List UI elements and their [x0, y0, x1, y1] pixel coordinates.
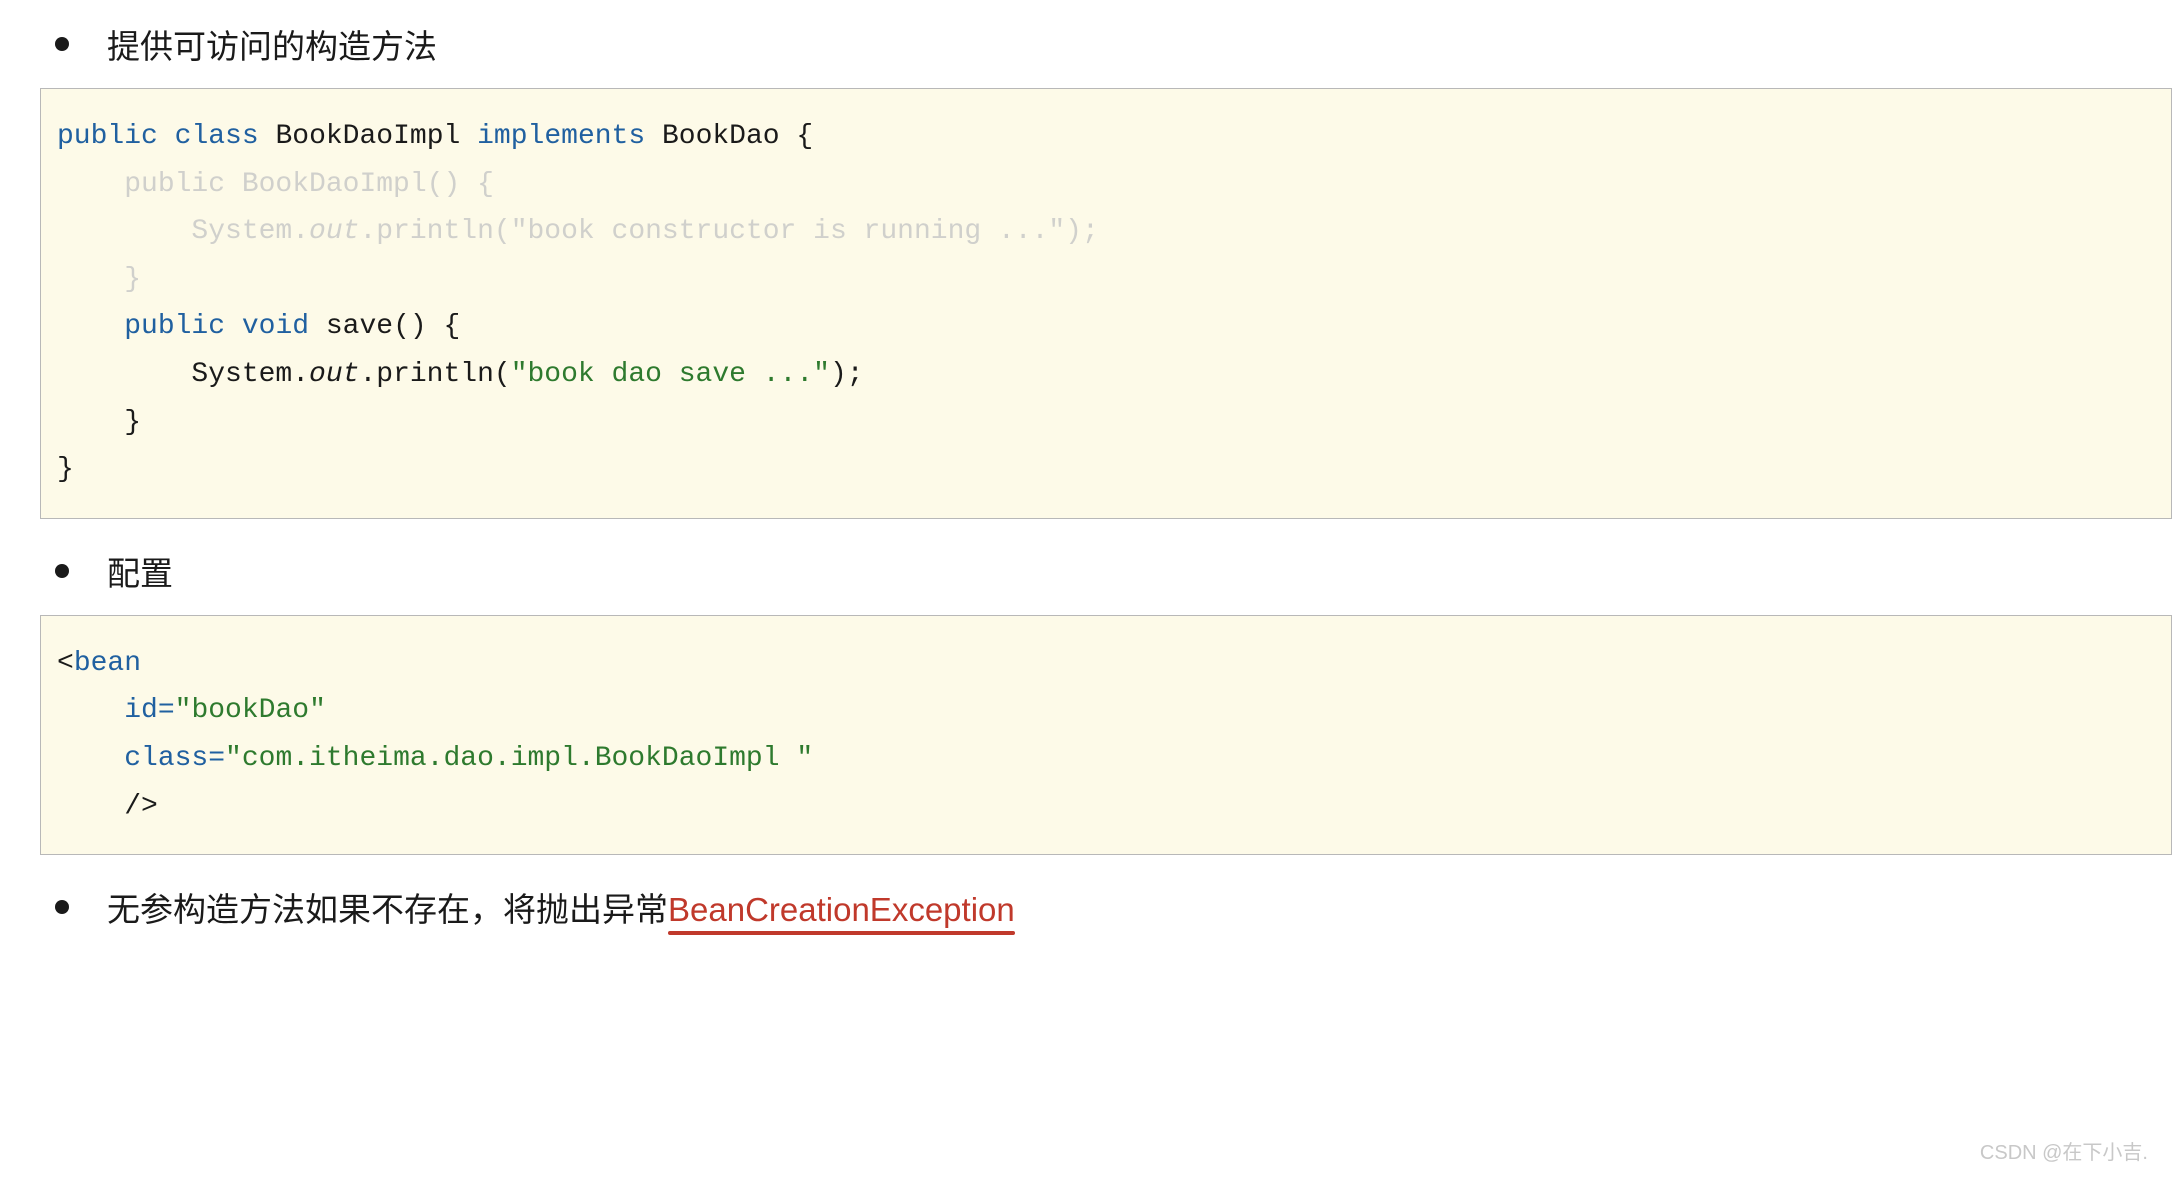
ctor-tail: .println("book constructor is running ..…: [359, 216, 1098, 247]
ctor-out: out: [309, 216, 359, 247]
xml-close: />: [57, 791, 158, 822]
xml-id-val: bookDao: [191, 695, 309, 726]
kw-implements: implements: [477, 121, 645, 152]
bullet-item-1: 提供可访问的构造方法: [0, 20, 2172, 68]
xml-class-q1: ": [225, 743, 242, 774]
xml-id-attr: id=: [57, 695, 175, 726]
bullet-dot-icon: [55, 37, 69, 51]
kw-public: public: [57, 121, 158, 152]
bullet-text-2: 配置: [107, 547, 173, 595]
code-block-xml: <bean id="bookDao" class="com.itheima.da…: [40, 615, 2172, 855]
save-print: .println(: [359, 359, 510, 390]
ctor-line1: public BookDaoImpl() {: [57, 169, 494, 200]
save-public: public: [57, 311, 225, 342]
save-end: );: [830, 359, 864, 390]
save-sys: System.: [57, 359, 309, 390]
xml-class-val: com.itheima.dao.impl.BookDaoImpl: [242, 743, 797, 774]
xml-bean: bean: [74, 648, 141, 679]
code-block-java: public class BookDaoImpl implements Book…: [40, 88, 2172, 519]
bullet-text-1: 提供可访问的构造方法: [107, 20, 437, 68]
bullet-item-3: 无参构造方法如果不存在，将抛出异常BeanCreationException: [0, 883, 2172, 931]
save-close: }: [57, 407, 141, 438]
bullet-dot-icon: [55, 564, 69, 578]
save-void: void: [242, 311, 309, 342]
brace-open: {: [796, 121, 813, 152]
kw-class: class: [175, 121, 259, 152]
bullet-item-2: 配置: [0, 547, 2172, 595]
save-name: save(): [326, 311, 427, 342]
xml-class-attr: class=: [57, 743, 225, 774]
bullet-text-3-prefix: 无参构造方法如果不存在，将抛出异常: [107, 883, 668, 931]
watermark-text: CSDN @在下小吉.: [1980, 1136, 2148, 1165]
brace-close: }: [57, 454, 74, 485]
xml-id-q2: ": [309, 695, 326, 726]
exception-name: BeanCreationException: [668, 891, 1015, 929]
xml-id-q1: ": [175, 695, 192, 726]
classname: BookDaoImpl: [275, 121, 460, 152]
xml-lt: <: [57, 648, 74, 679]
xml-class-q2: ": [796, 743, 813, 774]
save-out: out: [309, 359, 359, 390]
ctor-sys: System.: [57, 216, 309, 247]
bullet-dot-icon: [55, 900, 69, 914]
save-brace: {: [444, 311, 461, 342]
ctor-close: }: [57, 264, 141, 295]
interface-name: BookDao: [662, 121, 780, 152]
save-str: "book dao save ...": [511, 359, 830, 390]
